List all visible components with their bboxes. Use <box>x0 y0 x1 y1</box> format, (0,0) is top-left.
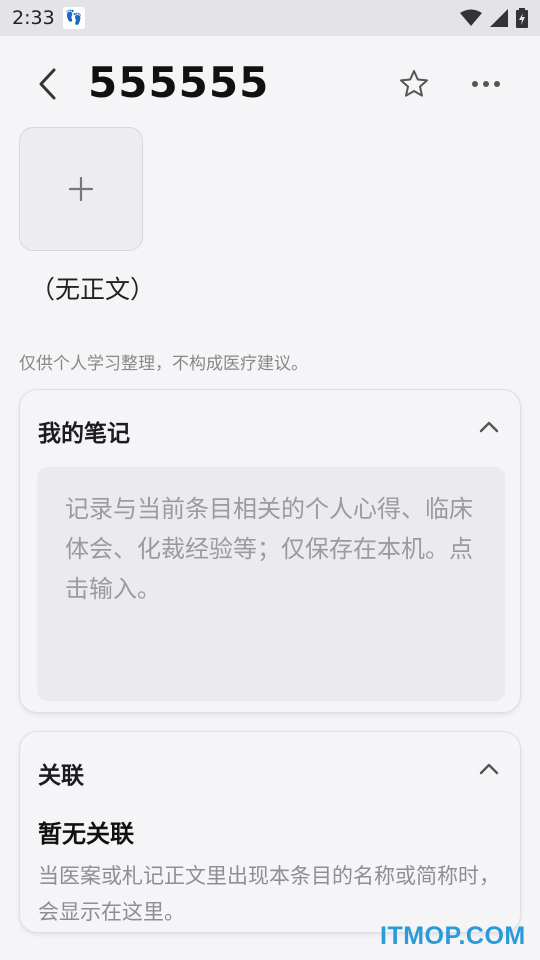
no-body-text: （无正文） <box>30 275 156 304</box>
chevron-up-icon <box>479 763 499 775</box>
add-image-button[interactable] <box>19 127 143 251</box>
signal-icon <box>490 9 508 27</box>
more-horizontal-icon <box>472 81 500 87</box>
links-collapse-button[interactable] <box>476 756 502 782</box>
favorite-button[interactable] <box>398 68 430 100</box>
wifi-icon <box>460 9 482 26</box>
watermark-logo: ITMOP.COM <box>380 922 526 950</box>
notes-collapse-button[interactable] <box>476 414 502 440</box>
chevron-left-icon <box>39 68 56 100</box>
chevron-up-icon <box>479 421 499 433</box>
status-icons <box>460 8 528 28</box>
notes-card: 我的笔记 <box>19 389 521 713</box>
links-card-title: 关联 <box>38 763 84 789</box>
back-button[interactable] <box>34 66 64 102</box>
links-card: 关联 暂无关联 当医案或札记正文里出现本条目的名称或简称时，会显示在这里。 <box>19 731 521 933</box>
star-icon <box>400 70 428 97</box>
notes-card-title: 我的笔记 <box>38 421 130 447</box>
page-title: 555555 <box>88 58 270 107</box>
header: 555555 <box>0 54 540 114</box>
app-notification-icon: 👣 <box>62 7 85 29</box>
battery-icon <box>516 8 528 28</box>
disclaimer-text: 仅供个人学习整理，不构成医疗建议。 <box>19 354 308 374</box>
notes-input[interactable] <box>37 467 505 701</box>
plus-icon <box>68 176 94 202</box>
status-time: 2:33 <box>12 7 55 29</box>
links-empty-description: 当医案或札记正文里出现本条目的名称或简称时，会显示在这里。 <box>38 864 500 924</box>
status-bar: 2:33 👣 <box>0 0 540 36</box>
more-options-button[interactable] <box>468 68 504 100</box>
links-empty-title: 暂无关联 <box>38 820 134 848</box>
